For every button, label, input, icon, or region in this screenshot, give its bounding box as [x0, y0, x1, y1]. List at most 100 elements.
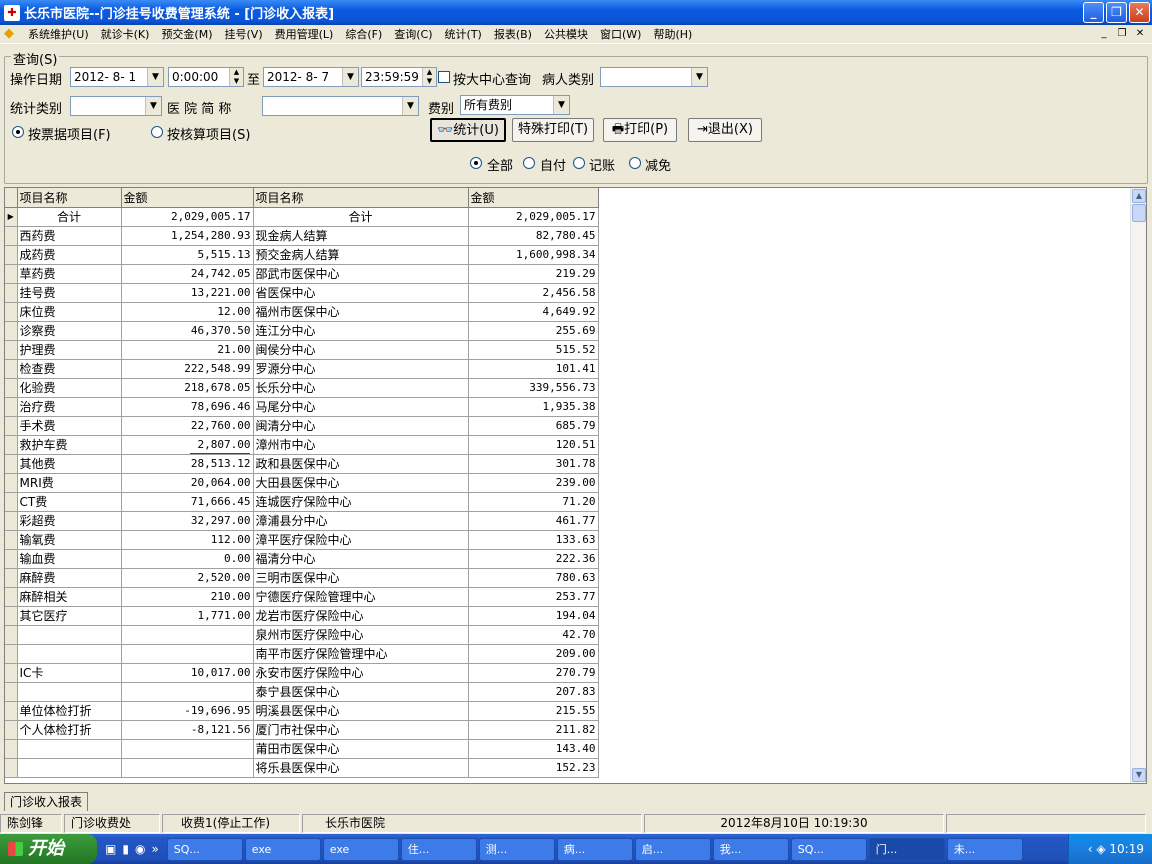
table-row[interactable]: 手术费 22,760.00 闽清分中心 685.79	[5, 416, 599, 436]
cell-amount-2[interactable]: 339,556.73	[468, 378, 599, 398]
cell-amount-2[interactable]: 1,935.38	[468, 397, 599, 417]
cell-item-name-2[interactable]: 漳平医疗保险中心	[253, 530, 469, 550]
cell-amount-2[interactable]: 209.00	[468, 644, 599, 664]
column-header-item-name[interactable]: 项目名称	[17, 188, 122, 208]
cell-item-name[interactable]: 手术费	[17, 416, 122, 436]
taskbar-item[interactable]: exe	[322, 837, 399, 861]
row-indicator[interactable]	[5, 758, 18, 778]
taskbar-item[interactable]: 住...	[400, 837, 477, 861]
start-button[interactable]: 开始	[0, 834, 97, 864]
row-indicator[interactable]	[5, 530, 18, 550]
cell-item-name-2[interactable]: 泰宁县医保中心	[253, 682, 469, 702]
cell-item-name-2[interactable]: 龙岩市医疗保险中心	[253, 606, 469, 626]
cell-amount-2[interactable]: 133.63	[468, 530, 599, 550]
mdi-minimize-button[interactable]: _	[1096, 27, 1112, 41]
cell-item-name[interactable]: 诊察费	[17, 321, 122, 341]
cell-item-name-2[interactable]: 明溪县医保中心	[253, 701, 469, 721]
table-row[interactable]: ▶ 合计 2,029,005.17 合计 2,029,005.17	[5, 207, 599, 227]
cell-amount-2[interactable]: 143.40	[468, 739, 599, 759]
cell-item-name-2[interactable]: 闽清分中心	[253, 416, 469, 436]
cell-amount-2[interactable]: 211.82	[468, 720, 599, 740]
end-date-picker[interactable]: 2012- 8- 7 ▼	[263, 67, 359, 87]
menu-query[interactable]: 查询(C)	[388, 26, 438, 42]
cell-item-name-2[interactable]: 泉州市医疗保险中心	[253, 625, 469, 645]
menu-card[interactable]: 就诊卡(K)	[95, 26, 156, 42]
waive-radio[interactable]	[629, 157, 641, 169]
mdi-restore-button[interactable]: ❐	[1114, 27, 1130, 41]
cell-item-name[interactable]	[17, 625, 122, 645]
row-indicator[interactable]	[5, 245, 18, 265]
cell-item-name[interactable]: 治疗费	[17, 397, 122, 417]
cell-item-name[interactable]: 彩超费	[17, 511, 122, 531]
cell-item-name-2[interactable]: 厦门市社保中心	[253, 720, 469, 740]
taskbar-item[interactable]: 测...	[478, 837, 555, 861]
cell-item-name[interactable]: 麻醉费	[17, 568, 122, 588]
table-row[interactable]: 床位费 12.00 福州市医保中心 4,649.92	[5, 302, 599, 322]
row-indicator[interactable]	[5, 492, 18, 512]
cell-item-name[interactable]	[17, 644, 122, 664]
desktop-icon[interactable]: ▣	[105, 842, 116, 856]
cell-amount-2[interactable]: 1,600,998.34	[468, 245, 599, 265]
row-indicator[interactable]	[5, 283, 18, 303]
end-time-stepper[interactable]: 23:59:59 ▲ ▼	[361, 67, 437, 87]
cell-amount[interactable]: 78,696.46	[121, 397, 254, 417]
taskbar-item[interactable]: 门...	[868, 837, 945, 861]
table-row[interactable]: 西药费 1,254,280.93 现金病人结算 82,780.45	[5, 226, 599, 246]
cell-item-name[interactable]: MRI费	[17, 473, 122, 493]
row-indicator[interactable]	[5, 397, 18, 417]
cell-amount-2[interactable]: 2,029,005.17	[468, 207, 599, 227]
cell-amount[interactable]	[121, 644, 254, 664]
cell-item-name-2[interactable]: 福州市医保中心	[253, 302, 469, 322]
cell-item-name-2[interactable]: 莆田市医保中心	[253, 739, 469, 759]
table-row[interactable]: 泉州市医疗保险中心 42.70	[5, 625, 599, 645]
chevron-down-icon[interactable]: ▼	[402, 97, 418, 115]
cell-amount-2[interactable]: 152.23	[468, 758, 599, 778]
row-indicator[interactable]	[5, 606, 18, 626]
cell-item-name[interactable]: IC卡	[17, 663, 122, 683]
self-pay-radio[interactable]	[523, 157, 535, 169]
row-indicator[interactable]	[5, 739, 18, 759]
start-time-stepper[interactable]: 0:00:00 ▲ ▼	[168, 67, 244, 87]
row-indicator[interactable]	[5, 511, 18, 531]
table-row[interactable]: 草药费 24,742.05 邵武市医保中心 219.29	[5, 264, 599, 284]
tray-expand-icon[interactable]: ‹	[1088, 842, 1093, 856]
row-indicator[interactable]	[5, 568, 18, 588]
table-row[interactable]: 挂号费 13,221.00 省医保中心 2,456.58	[5, 283, 599, 303]
vertical-scrollbar[interactable]: ▲ ▼	[1130, 188, 1146, 783]
taskbar-item[interactable]: 我...	[712, 837, 789, 861]
taskbar-item[interactable]: 病...	[556, 837, 633, 861]
row-indicator[interactable]	[5, 644, 18, 664]
row-indicator[interactable]	[5, 226, 18, 246]
cell-amount[interactable]: 210.00	[121, 587, 254, 607]
row-indicator[interactable]	[5, 435, 18, 455]
table-row[interactable]: 麻醉费 2,520.00 三明市医保中心 780.63	[5, 568, 599, 588]
cell-amount-2[interactable]: 82,780.45	[468, 226, 599, 246]
menu-register[interactable]: 挂号(V)	[219, 26, 269, 42]
cell-amount[interactable]: 13,221.00	[121, 283, 254, 303]
cell-item-name-2[interactable]: 南平市医疗保险管理中心	[253, 644, 469, 664]
row-indicator[interactable]	[5, 416, 18, 436]
cell-item-name-2[interactable]: 永安市医疗保险中心	[253, 663, 469, 683]
cell-amount[interactable]: 46,370.50	[121, 321, 254, 341]
cell-amount-2[interactable]: 4,649.92	[468, 302, 599, 322]
table-row[interactable]: 其他费 28,513.12 政和县医保中心 301.78	[5, 454, 599, 474]
cell-amount-2[interactable]: 515.52	[468, 340, 599, 360]
cell-item-name-2[interactable]: 福清分中心	[253, 549, 469, 569]
cell-amount[interactable]: 12.00	[121, 302, 254, 322]
taskbar-item[interactable]: exe	[244, 837, 321, 861]
exit-button[interactable]: ⇥退出(X)	[688, 118, 762, 142]
stat-button[interactable]: 👓统计(U)	[430, 118, 506, 142]
scroll-up-icon[interactable]: ▲	[1132, 189, 1146, 203]
cell-item-name[interactable]: 救护车费	[17, 435, 122, 455]
cell-amount-2[interactable]: 253.77	[468, 587, 599, 607]
cell-amount-2[interactable]: 780.63	[468, 568, 599, 588]
row-indicator[interactable]	[5, 340, 18, 360]
cell-item-name[interactable]: 其他费	[17, 454, 122, 474]
menu-system[interactable]: 系统维护(U)	[22, 26, 95, 42]
chevron-right-icon[interactable]: »	[151, 842, 158, 856]
menu-fee[interactable]: 费用管理(L)	[269, 26, 340, 42]
cell-item-name[interactable]: 成药费	[17, 245, 122, 265]
cell-item-name[interactable]: 西药费	[17, 226, 122, 246]
cell-item-name-2[interactable]: 预交金病人结算	[253, 245, 469, 265]
minimize-button[interactable]: _	[1083, 2, 1104, 23]
